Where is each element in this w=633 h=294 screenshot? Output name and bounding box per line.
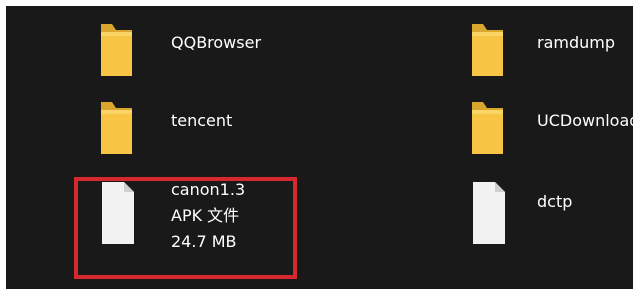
file-name: dctp bbox=[537, 192, 573, 211]
file-name: UCDownloads bbox=[537, 111, 633, 130]
file-name: ramdump bbox=[537, 33, 616, 52]
screenshot-canvas: QQBrowser ramdump tencent UCDownloa cano… bbox=[0, 0, 633, 294]
file-name: QQBrowser bbox=[171, 33, 262, 52]
folder-item-tencent[interactable]: tencent bbox=[98, 96, 358, 176]
file-icon bbox=[473, 182, 505, 244]
folder-icon bbox=[472, 24, 503, 76]
highlight-box bbox=[74, 177, 297, 279]
folder-item-qqbrowser[interactable]: QQBrowser bbox=[98, 18, 358, 98]
file-item-dctp[interactable]: dctp bbox=[469, 176, 633, 266]
folder-item-ucdownloads[interactable]: UCDownloads bbox=[469, 96, 633, 176]
folder-icon bbox=[101, 24, 132, 76]
folder-icon bbox=[101, 102, 132, 154]
folder-icon bbox=[472, 102, 503, 154]
folder-item-ramdump[interactable]: ramdump bbox=[469, 18, 633, 98]
file-name: tencent bbox=[171, 111, 233, 130]
file-list-pane: QQBrowser ramdump tencent UCDownloa cano… bbox=[6, 6, 633, 289]
